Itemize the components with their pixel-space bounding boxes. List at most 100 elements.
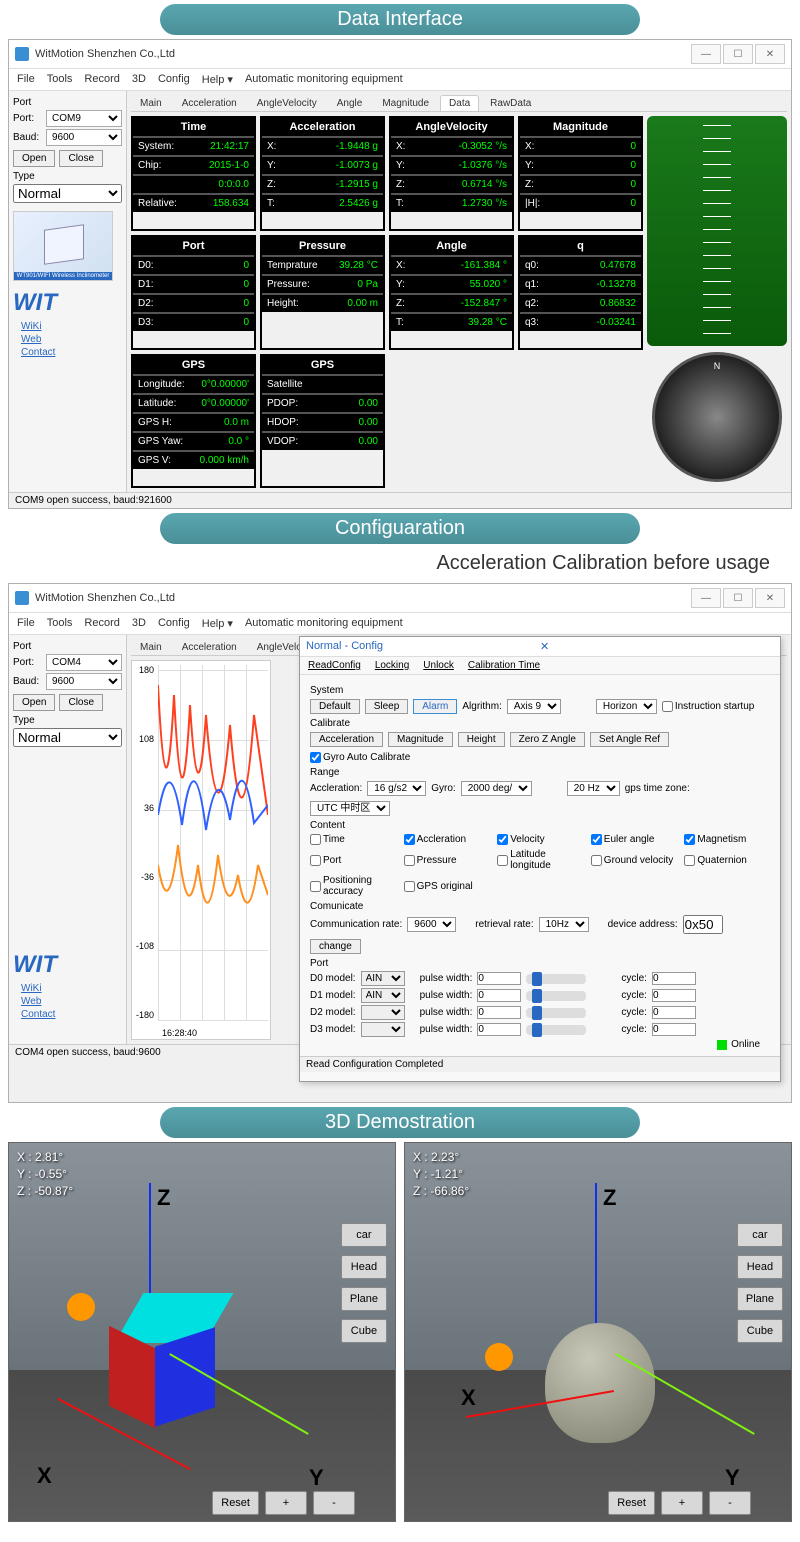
demo-reset-button[interactable]: Reset <box>608 1491 655 1515</box>
gyro-auto-checkbox[interactable] <box>310 752 321 763</box>
menu-file[interactable]: File <box>17 73 35 86</box>
cycle-input[interactable] <box>652 1023 696 1036</box>
addr-input[interactable] <box>683 915 723 934</box>
pulse-width-input[interactable] <box>477 1023 521 1036</box>
demo-plane-button[interactable]: Plane <box>737 1287 783 1311</box>
tab-acceleration[interactable]: Acceleration <box>173 95 246 111</box>
port-slider[interactable] <box>526 991 586 1001</box>
port-select[interactable]: COM9 <box>46 110 122 127</box>
calib-accel-button[interactable]: Acceleration <box>310 732 383 747</box>
tab-data[interactable]: Data <box>440 95 479 111</box>
cycle-input[interactable] <box>652 972 696 985</box>
content-pressure-checkbox[interactable] <box>404 855 415 866</box>
link-wiki[interactable]: WiKi <box>21 321 114 332</box>
baud-select[interactable]: 9600 <box>46 673 122 690</box>
demo-zoom-out-button[interactable]: - <box>313 1491 355 1515</box>
open-button[interactable]: Open <box>13 150 55 167</box>
config-menu-readconfig[interactable]: ReadConfig <box>308 660 361 671</box>
demo-zoom-out-button[interactable]: - <box>709 1491 751 1515</box>
menu-config[interactable]: Config <box>158 617 190 630</box>
tab-magnitude[interactable]: Magnitude <box>373 95 438 111</box>
port-slider[interactable] <box>526 974 586 984</box>
link-web[interactable]: Web <box>21 334 114 345</box>
minimize-button[interactable]: — <box>691 588 721 608</box>
link-contact[interactable]: Contact <box>21 347 114 358</box>
close-port-button[interactable]: Close <box>59 694 103 711</box>
tab-main[interactable]: Main <box>131 639 171 655</box>
close-button[interactable]: ✕ <box>755 44 785 64</box>
menu-help-[interactable]: Help ▾ <box>202 73 233 86</box>
retrieval-select[interactable]: 10Hz <box>539 917 589 932</box>
content-gps-original-checkbox[interactable] <box>404 881 415 892</box>
pulse-width-input[interactable] <box>477 1006 521 1019</box>
range-tz-select[interactable]: UTC 中时区 <box>310 801 390 816</box>
horizon-select[interactable]: Horizon <box>596 699 657 714</box>
port-model-select[interactable]: AIN <box>361 988 405 1003</box>
menu-record[interactable]: Record <box>84 617 119 630</box>
type-select[interactable]: Normal <box>13 184 122 203</box>
demo-plane-button[interactable]: Plane <box>341 1287 387 1311</box>
minimize-button[interactable]: — <box>691 44 721 64</box>
demo-head-button[interactable]: Head <box>737 1255 783 1279</box>
demo-head-button[interactable]: Head <box>341 1255 387 1279</box>
baud-select[interactable]: 9600 <box>46 129 122 146</box>
demo-reset-button[interactable]: Reset <box>212 1491 259 1515</box>
tab-main[interactable]: Main <box>131 95 171 111</box>
content-latitude-longitude-checkbox[interactable] <box>497 855 508 866</box>
close-port-button[interactable]: Close <box>59 150 103 167</box>
content-magnetism-checkbox[interactable] <box>684 834 695 845</box>
calib-setref-button[interactable]: Set Angle Ref <box>590 732 669 747</box>
range-gyro-select[interactable]: 2000 deg/ <box>461 781 532 796</box>
menu-file[interactable]: File <box>17 617 35 630</box>
menu-3d[interactable]: 3D <box>132 617 146 630</box>
menu-automatic-monitoring-equipment[interactable]: Automatic monitoring equipment <box>245 617 403 630</box>
menu-tools[interactable]: Tools <box>47 617 73 630</box>
calib-mag-button[interactable]: Magnitude <box>388 732 453 747</box>
link-web[interactable]: Web <box>21 996 114 1007</box>
content-ground-velocity-checkbox[interactable] <box>591 855 602 866</box>
type-select[interactable]: Normal <box>13 728 122 747</box>
tab-anglevelocity[interactable]: AngleVelocity <box>248 95 326 111</box>
calib-height-button[interactable]: Height <box>458 732 505 747</box>
port-model-select[interactable] <box>361 1005 405 1020</box>
tab-acceleration[interactable]: Acceleration <box>173 639 246 655</box>
config-close-button[interactable]: ✕ <box>540 640 774 653</box>
close-button[interactable]: ✕ <box>755 588 785 608</box>
content-euler-angle-checkbox[interactable] <box>591 834 602 845</box>
sleep-button[interactable]: Sleep <box>365 699 409 714</box>
menu-record[interactable]: Record <box>84 73 119 86</box>
tab-angle[interactable]: Angle <box>328 95 372 111</box>
demo-zoom-in-button[interactable]: + <box>661 1491 703 1515</box>
open-button[interactable]: Open <box>13 694 55 711</box>
maximize-button[interactable]: ☐ <box>723 44 753 64</box>
content-positioning-accuracy-checkbox[interactable] <box>310 881 321 892</box>
alarm-button[interactable]: Alarm <box>413 699 457 714</box>
range-acc-select[interactable]: 16 g/s2 <box>367 781 426 796</box>
menu-tools[interactable]: Tools <box>47 73 73 86</box>
port-slider[interactable] <box>526 1025 586 1035</box>
menu-automatic-monitoring-equipment[interactable]: Automatic monitoring equipment <box>245 73 403 86</box>
demo-car-button[interactable]: car <box>341 1223 387 1247</box>
calib-zero-button[interactable]: Zero Z Angle <box>510 732 585 747</box>
menu-config[interactable]: Config <box>158 73 190 86</box>
content-accleration-checkbox[interactable] <box>404 834 415 845</box>
default-button[interactable]: Default <box>310 699 360 714</box>
content-quaternion-checkbox[interactable] <box>684 855 695 866</box>
content-time-checkbox[interactable] <box>310 834 321 845</box>
pulse-width-input[interactable] <box>477 989 521 1002</box>
content-velocity-checkbox[interactable] <box>497 834 508 845</box>
demo-car-button[interactable]: car <box>737 1223 783 1247</box>
config-menu-locking[interactable]: Locking <box>375 660 409 671</box>
cycle-input[interactable] <box>652 989 696 1002</box>
demo-cube-button[interactable]: Cube <box>737 1319 783 1343</box>
link-wiki[interactable]: WiKi <box>21 983 114 994</box>
algorithm-select[interactable]: Axis 9 <box>507 699 561 714</box>
content-port-checkbox[interactable] <box>310 855 321 866</box>
port-select[interactable]: COM4 <box>46 654 122 671</box>
menu-3d[interactable]: 3D <box>132 73 146 86</box>
range-hz-select[interactable]: 20 Hz <box>567 781 620 796</box>
port-model-select[interactable]: AIN <box>361 971 405 986</box>
link-contact[interactable]: Contact <box>21 1009 114 1020</box>
maximize-button[interactable]: ☐ <box>723 588 753 608</box>
tab-rawdata[interactable]: RawData <box>481 95 540 111</box>
